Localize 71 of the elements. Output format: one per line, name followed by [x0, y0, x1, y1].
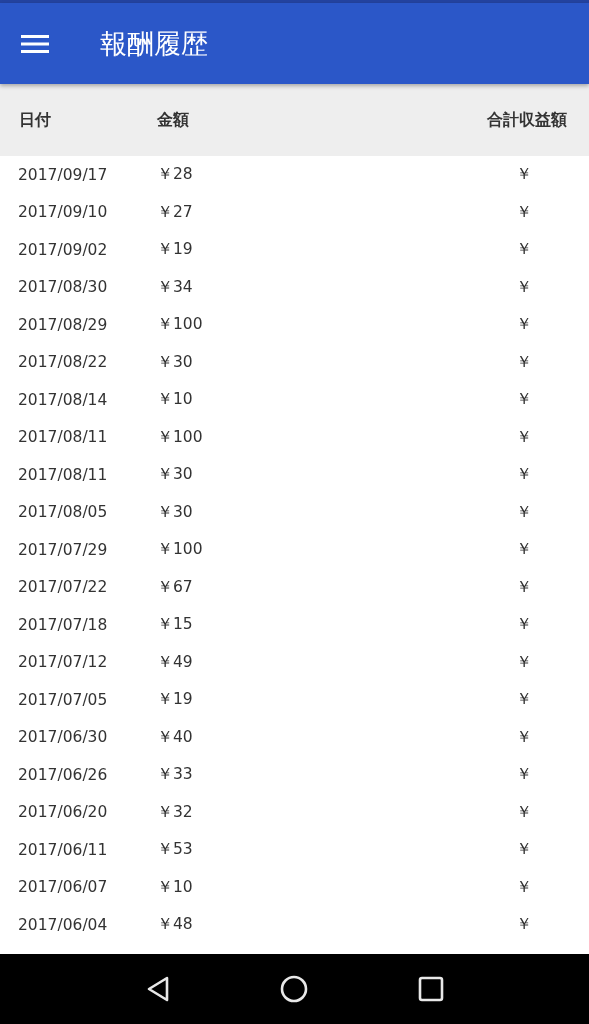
- table-cell-text: ￥: [515, 201, 533, 223]
- table-cell-text: ￥40: [157, 726, 194, 748]
- table-cell-text: 2017/08/30: [17, 278, 109, 297]
- table-cell-text: ￥32: [157, 801, 194, 823]
- menu-button[interactable]: [21, 33, 49, 54]
- table-cell-text: ￥33: [157, 764, 194, 786]
- table-cell-text: ￥100: [157, 426, 204, 448]
- table-cell-text: 2017/07/05: [17, 690, 109, 709]
- table-cell-text: ￥48: [157, 914, 194, 936]
- screen-title: 報酬履歴: [100, 26, 208, 61]
- table-cell-text: 2017/08/14: [17, 390, 109, 409]
- table-cell-text: ￥: [515, 689, 533, 711]
- table-cell-text: ￥: [515, 464, 533, 486]
- table-cell-text: 2017/08/05: [17, 503, 109, 522]
- table-cell-text: ￥53: [157, 839, 194, 861]
- table-cell-text: 2017/08/11: [17, 428, 109, 447]
- table-cell-text: 2017/09/02: [17, 240, 109, 259]
- table-cell-text: ￥67: [157, 576, 194, 598]
- table-cell-text: ￥19: [157, 239, 194, 261]
- table-cell-text: ￥19: [157, 689, 194, 711]
- home-button[interactable]: [280, 975, 309, 1003]
- table-cell-text: 2017/06/26: [17, 765, 109, 784]
- table-cell-text: ￥30: [157, 501, 194, 523]
- table-cell-text: ￥: [515, 314, 533, 336]
- table-cell-text: ￥: [515, 164, 533, 186]
- table-cell-text: 2017/07/18: [17, 615, 109, 634]
- table-cell-text: ￥100: [157, 314, 204, 336]
- table-cell-text: ￥: [515, 576, 533, 598]
- table-cell-text: ￥: [515, 389, 533, 411]
- table-cell-text: ￥: [515, 501, 533, 523]
- table-cell-text: ￥28: [157, 164, 194, 186]
- table-cell-text: 2017/07/12: [17, 653, 109, 672]
- table-cell-text: ￥34: [157, 276, 194, 298]
- table-cell-text: 2017/08/29: [17, 315, 109, 334]
- table-cell-text: ￥: [515, 239, 533, 261]
- table-cell-text: ￥: [515, 276, 533, 298]
- column-header: 日付: [18, 109, 52, 131]
- recents-button[interactable]: [418, 976, 445, 1002]
- table-cell-text: ￥: [515, 726, 533, 748]
- table-cell-text: 2017/09/17: [17, 165, 109, 184]
- table-cell-text: ￥10: [157, 389, 194, 411]
- table-cell-text: ￥30: [157, 464, 194, 486]
- table-cell-text: ￥: [515, 351, 533, 373]
- table-cell-text: 2017/09/10: [17, 203, 109, 222]
- table-cell-text: ￥49: [157, 651, 194, 673]
- table-cell-text: ￥: [515, 876, 533, 898]
- column-header: 金額: [157, 109, 190, 131]
- table-cell-text: ￥: [515, 914, 533, 936]
- table-cell-text: 2017/08/22: [17, 353, 109, 372]
- table-cell-text: ￥15: [157, 614, 194, 636]
- table-cell-text: 2017/07/22: [17, 578, 109, 597]
- table-cell-text: ￥30: [157, 351, 194, 373]
- table-cell-text: 2017/08/11: [17, 465, 109, 484]
- column-header: 合計収益額: [486, 109, 568, 131]
- table-cell-text: 2017/06/07: [17, 878, 109, 897]
- table-cell-text: ￥27: [157, 201, 194, 223]
- table-cell-text: ￥: [515, 614, 533, 636]
- table-cell-text: 2017/06/30: [17, 728, 109, 747]
- table-cell-text: 2017/06/20: [17, 803, 109, 822]
- table-cell-text: ￥100: [157, 539, 204, 561]
- table-cell-text: 2017/06/11: [17, 840, 109, 859]
- table-cell-text: ￥: [515, 426, 533, 448]
- table-cell-text: ￥: [515, 764, 533, 786]
- table-cell-text: ￥: [515, 651, 533, 673]
- table-cell-text: ￥: [515, 539, 533, 561]
- table-cell-text: ￥10: [157, 876, 194, 898]
- table-cell-text: ￥: [515, 801, 533, 823]
- menu-icon: [21, 33, 49, 54]
- table-cell-text: ￥: [515, 839, 533, 861]
- table-cell-text: 2017/06/04: [17, 915, 109, 934]
- table-cell-text: 2017/07/29: [17, 540, 109, 559]
